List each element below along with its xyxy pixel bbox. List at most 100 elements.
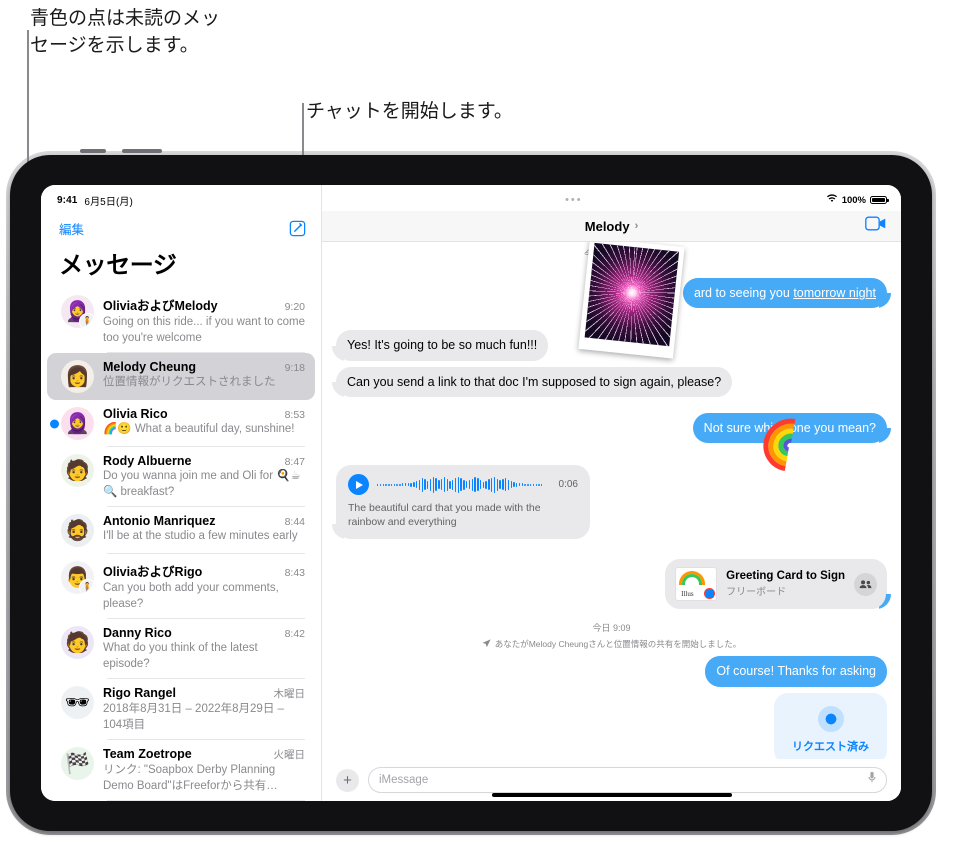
avatar[interactable]: 👨 🧍 — [61, 561, 94, 594]
waveform-bar — [393, 483, 396, 486]
waveform-bar — [421, 477, 423, 492]
waveform-bar — [382, 483, 384, 486]
bubble-tail — [331, 382, 344, 397]
message-row: リクエスト済み — [336, 692, 887, 759]
conversation-name: Antonio Manriquez — [103, 514, 216, 528]
waveform-bar — [491, 477, 493, 492]
imessage-placeholder: iMessage — [379, 774, 429, 786]
avatar[interactable]: 🕶 — [61, 686, 94, 719]
conversation-pane: ••• 100% Melody › ard to seeing you tomo… — [322, 185, 901, 801]
avatar[interactable]: 🧕 — [61, 407, 94, 440]
conversation-body: OliviaおよびRigo 8:43 Can you both add your c… — [103, 561, 305, 612]
facetime-video-icon[interactable] — [865, 216, 887, 236]
bubble-tail — [879, 293, 892, 308]
status-right: 100% — [826, 194, 889, 206]
people-icon[interactable] — [854, 572, 877, 596]
waveform-bar — [427, 480, 429, 489]
audio-waveform[interactable] — [377, 476, 551, 494]
message-bubble-incoming[interactable]: Yes! It's going to be so much fun!!! — [336, 330, 549, 361]
conversation-row[interactable]: 👨 🧍 OliviaおよびRigo 8:43 Can you both add your… — [47, 554, 315, 619]
conversation-row[interactable]: 🧑 Danny Rico 8:42 What do you think of the … — [47, 619, 315, 679]
conversation-row[interactable]: 🧑 Rody Albuerne 8:47 Do you wanna join me a… — [47, 447, 315, 507]
waveform-bar — [477, 478, 479, 491]
avatar-badge: 🧍 — [79, 313, 94, 328]
avatar-glyph: 👩 — [65, 366, 90, 388]
unread-dot — [50, 419, 59, 428]
waveform-bar — [538, 483, 540, 486]
conversation-row[interactable]: 🧔 Antonio Manriquez 8:44 I'll be at the stu… — [47, 507, 315, 554]
location-request-label: リクエスト済み — [792, 740, 869, 753]
conversation-row[interactable]: 🏁 Team Zoetrope 火曜日 リンク: "Soapbox Derby Pla… — [47, 740, 315, 801]
avatar-glyph: 🧔 — [65, 520, 90, 542]
conversation-time: 8:43 — [284, 567, 305, 579]
avatar[interactable]: 🧕 🧍 — [61, 295, 94, 328]
imessage-input[interactable]: iMessage — [368, 767, 887, 793]
waveform-bar — [488, 479, 490, 490]
waveform-bar — [471, 478, 473, 491]
location-dot-icon — [817, 705, 844, 732]
chat-status-bar: ••• 100% — [322, 185, 901, 211]
conversation-preview: 2018年8月31日 – 2022年8月29日 – 104項目 — [103, 703, 284, 731]
waveform-bar — [485, 480, 487, 489]
location-request-bubble[interactable]: リクエスト済み — [774, 692, 887, 759]
conversation-name: OliviaおよびMelody — [103, 299, 218, 313]
messages-sidebar: 9:41 6月5日(月) 編集 メッセージ 🧕 🧍 OliviaおよびMelody 9… — [41, 185, 322, 801]
conversation-time: 火曜日 — [273, 749, 306, 761]
microphone-icon[interactable] — [868, 771, 876, 789]
system-timestamp: 今日 9:09 — [592, 623, 631, 634]
waveform-bar — [474, 477, 476, 492]
conversation-row[interactable]: 🧕 Olivia Rico 8:53 🌈🙂 What a beautiful day,… — [47, 400, 315, 447]
avatar[interactable]: 👩 — [61, 360, 94, 393]
conversation-list[interactable]: 🧕 🧍 OliviaおよびMelody 9:20 Going on this ride.… — [41, 288, 321, 801]
system-message-text: あなたがMelody Cheungさんと位置情報の共有を開始しました。 — [494, 639, 742, 650]
conversation-preview: 位置情報がリクエストされました — [103, 376, 276, 388]
compose-icon[interactable] — [288, 219, 307, 238]
waveform-bar — [460, 478, 462, 491]
message-row: Can you send a link to that doc I'm supp… — [336, 366, 887, 397]
bubble-tail — [331, 524, 344, 539]
waveform-bar — [479, 480, 482, 489]
waveform-bar — [443, 477, 446, 492]
message-bubble-outgoing[interactable]: ard to seeing you tomorrow night — [682, 278, 887, 309]
avatar[interactable]: 🧑 — [61, 454, 94, 487]
plus-icon[interactable]: + — [336, 768, 359, 792]
conversation-name: Team Zoetrope — [103, 747, 192, 761]
conversation-row[interactable]: 👩 Melody Cheung 9:18 位置情報がリクエストされました — [47, 353, 315, 400]
waveform-bar — [449, 480, 451, 489]
conversation-preview: Going on this ride... if you want to com… — [103, 316, 305, 344]
waveform-bar — [402, 483, 404, 486]
message-thread[interactable]: 今日 ard to seeing you tomorrow night — [322, 242, 901, 759]
multitask-dots[interactable]: ••• — [322, 194, 826, 206]
message-link[interactable]: tomorrow night — [793, 286, 876, 300]
avatar-glyph: 🧑 — [65, 632, 90, 654]
waveform-bar — [482, 481, 485, 488]
message-row: Not sure which one you mean? — [336, 407, 887, 482]
device-button-2 — [122, 149, 162, 153]
avatar[interactable]: 🏁 — [61, 747, 94, 780]
avatar-glyph: 🕶 — [64, 692, 91, 714]
conversation-preview: Do you wanna join me and Oli for 🍳☕🔍 bre… — [103, 470, 301, 498]
conversation-header: Melody › — [322, 211, 901, 242]
edit-button[interactable]: 編集 — [59, 219, 84, 238]
avatar[interactable]: 🧔 — [61, 514, 94, 547]
location-arrow-icon — [482, 639, 491, 650]
avatar[interactable]: 🧑 — [61, 626, 94, 659]
waveform-bar — [385, 483, 387, 486]
bubble-tail — [879, 594, 892, 609]
shared-board-card[interactable]: Illus Greeting Card to Sign フリーボード — [665, 559, 887, 610]
conversation-title[interactable]: Melody › — [585, 219, 638, 234]
avatar-glyph: 🧕 — [65, 413, 90, 435]
message-bubble-incoming[interactable]: Can you send a link to that doc I'm supp… — [336, 366, 733, 397]
waveform-bar — [396, 483, 398, 486]
home-indicator[interactable] — [491, 793, 732, 797]
conversation-name: Melody Cheung — [103, 360, 197, 374]
conversation-row[interactable]: 🕶 Rigo Rangel 木曜日 2018年8月31日 – 2022年8月29日 –… — [47, 679, 315, 740]
message-row: Of course! Thanks for asking — [336, 656, 887, 687]
play-button[interactable] — [348, 474, 369, 495]
conversation-preview: 🌈🙂 What a beautiful day, sunshine! — [103, 423, 295, 435]
firework-photo-sticker[interactable] — [578, 242, 685, 359]
message-bubble-outgoing[interactable]: Of course! Thanks for asking — [705, 656, 887, 687]
rainbow-sticker[interactable] — [752, 407, 828, 482]
conversation-row[interactable]: 🧕 🧍 OliviaおよびMelody 9:20 Going on this ride.… — [47, 288, 315, 353]
audio-message-bubble[interactable]: 0:06 The beautiful card that you made wi… — [336, 465, 590, 540]
